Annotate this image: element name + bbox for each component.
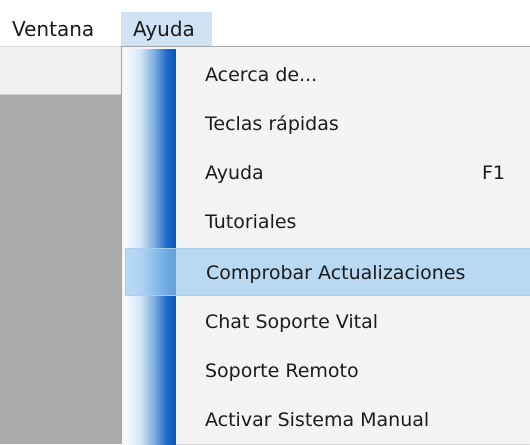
menu-item-comprobar-actualizaciones[interactable]: Comprobar Actualizaciones — [125, 248, 530, 296]
menu-item-acerca-de[interactable]: Acerca de... — [125, 51, 530, 99]
menu-item-label: Chat Soporte Vital — [205, 311, 379, 333]
menu-bar: Ventana Ayuda — [0, 0, 530, 46]
menu-ayuda[interactable]: Ayuda — [121, 12, 212, 46]
menu-item-ayuda[interactable]: Ayuda F1 — [125, 149, 530, 197]
menu-item-label: Ayuda — [205, 162, 264, 184]
menu-item-chat-soporte-vital[interactable]: Chat Soporte Vital — [125, 298, 530, 346]
menu-item-label: Comprobar Actualizaciones — [206, 262, 466, 284]
ayuda-dropdown-menu: Acerca de... Teclas rápidas Ayuda F1 Tut… — [121, 46, 530, 445]
menu-item-activar-sistema-manual[interactable]: Activar Sistema Manual — [125, 396, 530, 444]
menu-item-label: Tutoriales — [205, 211, 297, 233]
menu-item-teclas-rapidas[interactable]: Teclas rápidas — [125, 100, 530, 148]
menu-item-shortcut: F1 — [481, 162, 505, 184]
menu-item-label: Soporte Remoto — [205, 360, 359, 382]
menu-item-label: Acerca de... — [205, 64, 318, 86]
menu-item-label: Teclas rápidas — [205, 113, 339, 135]
menu-item-label: Activar Sistema Manual — [205, 409, 430, 431]
menu-ventana[interactable]: Ventana — [0, 12, 126, 46]
menu-item-soporte-remoto[interactable]: Soporte Remoto — [125, 347, 530, 395]
menu-item-tutoriales[interactable]: Tutoriales — [125, 198, 530, 246]
